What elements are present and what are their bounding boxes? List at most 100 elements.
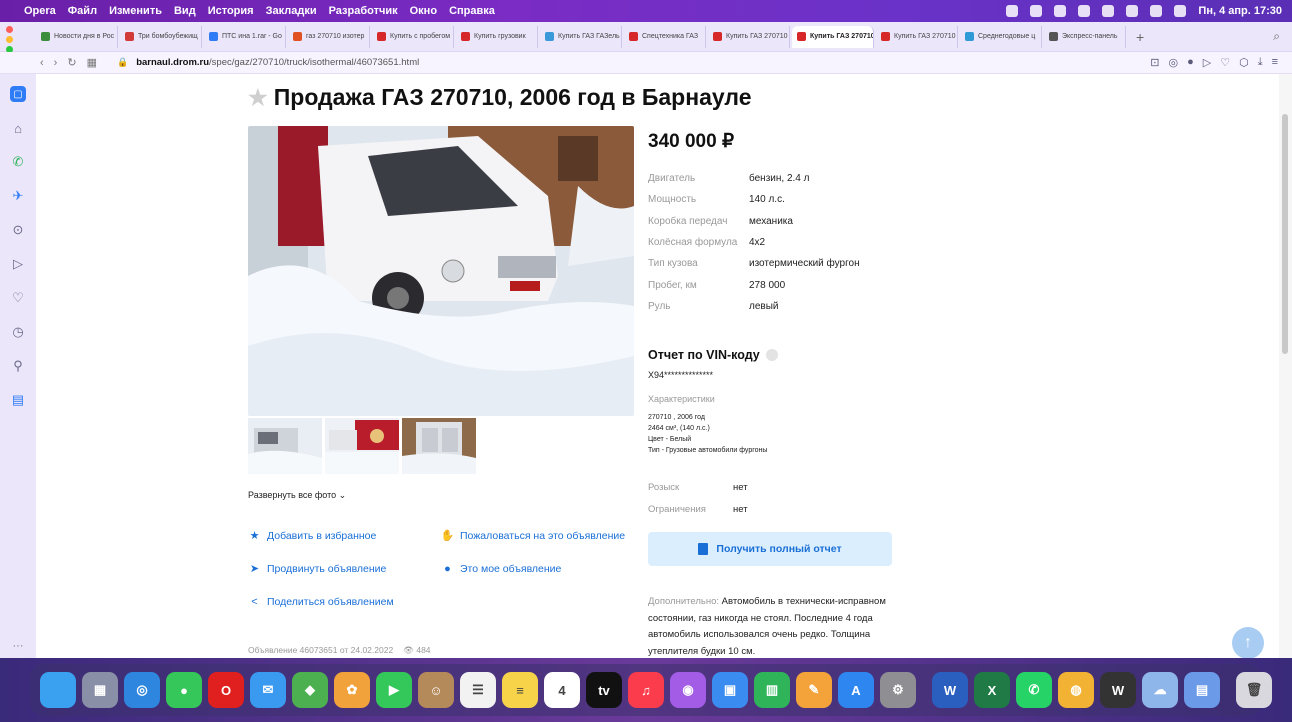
page-scrollbar[interactable] xyxy=(1279,74,1292,658)
status-icon-3[interactable] xyxy=(1054,5,1067,17)
settings-icon[interactable]: ⚙ xyxy=(880,672,916,708)
extensions-icon[interactable]: ▤ xyxy=(10,392,26,408)
finder-icon[interactable] xyxy=(40,672,76,708)
thumbnail-2[interactable] xyxy=(325,418,399,474)
search-icon[interactable] xyxy=(1150,5,1163,17)
status-icon-4[interactable] xyxy=(1078,5,1091,17)
bookmarks-icon[interactable]: ♡ xyxy=(10,290,26,306)
menu-item-bookmarks[interactable]: Закладки xyxy=(266,5,317,17)
share-link[interactable]: < Поделиться объявлением xyxy=(248,595,393,608)
vpn-icon[interactable]: ● xyxy=(1187,56,1194,69)
main-photo[interactable] xyxy=(248,126,634,416)
camera-icon[interactable]: ◎ xyxy=(1168,56,1178,69)
pages-icon[interactable]: ✎ xyxy=(796,672,832,708)
wps-icon[interactable]: W xyxy=(1100,672,1136,708)
tab-search-icon[interactable]: ⌕ xyxy=(1273,29,1280,44)
scrollbar-thumb[interactable] xyxy=(1282,114,1288,354)
podcasts-icon[interactable]: ◉ xyxy=(670,672,706,708)
music-icon[interactable]: ♫ xyxy=(628,672,664,708)
menu-item-developer[interactable]: Разработчик xyxy=(329,5,398,17)
reminders-icon[interactable]: ☰ xyxy=(460,672,496,708)
browser-tab[interactable]: Спецтехника ГАЗ xyxy=(624,25,706,48)
get-full-report-button[interactable]: Получить полный отчет xyxy=(648,532,892,566)
contacts-icon[interactable]: ☺ xyxy=(418,672,454,708)
browser-tab[interactable]: Купить грузовик xyxy=(456,25,538,48)
menu-item-edit[interactable]: Изменить xyxy=(109,5,162,17)
mail-icon[interactable]: ✉ xyxy=(250,672,286,708)
status-icon-2[interactable] xyxy=(1030,5,1043,17)
numbers-icon[interactable]: ▥ xyxy=(754,672,790,708)
browser-tab[interactable]: газ 270710 изотер xyxy=(288,25,370,48)
promote-link[interactable]: ➤ Продвинуть объявление xyxy=(248,562,386,576)
speed-dial-icon[interactable]: ▦ xyxy=(87,56,97,69)
launchpad-icon[interactable]: ▦ xyxy=(82,672,118,708)
safari-icon[interactable]: ◎ xyxy=(124,672,160,708)
tv-icon[interactable]: tv xyxy=(586,672,622,708)
expand-photos-link[interactable]: Развернуть все фото ⌄ xyxy=(248,490,346,501)
menu-item-view[interactable]: Вид xyxy=(174,5,196,17)
calendar-icon[interactable]: 4 xyxy=(544,672,580,708)
home-icon[interactable]: ⌂ xyxy=(10,120,26,136)
thumbnail-1[interactable] xyxy=(248,418,322,474)
star-icon[interactable]: ★ xyxy=(248,85,268,111)
pin-icon[interactable]: ⚲ xyxy=(10,358,26,374)
back-icon[interactable]: ‹ xyxy=(40,57,44,69)
url-field[interactable]: barnaul.drom.ru/spec/gaz/270710/truck/is… xyxy=(136,57,419,68)
browser-tab[interactable]: Купить ГАЗ 270710 xyxy=(708,25,790,48)
status-icon-1[interactable] xyxy=(1006,5,1019,17)
flow-icon[interactable]: ▷ xyxy=(10,256,26,272)
maps-icon[interactable]: ◆ xyxy=(292,672,328,708)
word-icon[interactable]: W xyxy=(932,672,968,708)
browser-tab[interactable]: Экспресс-панель xyxy=(1044,25,1126,48)
scroll-to-top-button[interactable]: ↑ xyxy=(1232,627,1264,658)
messages-icon[interactable]: ● xyxy=(166,672,202,708)
menu-item-window[interactable]: Окно xyxy=(410,5,437,17)
minimize-window-button[interactable] xyxy=(6,36,13,43)
notes-icon[interactable]: ≡ xyxy=(502,672,538,708)
menu-item-help[interactable]: Справка xyxy=(449,5,495,17)
browser-tab[interactable]: Купить ГАЗ 270710 xyxy=(876,25,958,48)
browser-tab[interactable]: Купить с пробегом xyxy=(372,25,454,48)
menu-item-file[interactable]: Файл xyxy=(68,5,97,17)
app-store-icon[interactable]: A xyxy=(838,672,874,708)
browser-tab[interactable]: Новости дня в Рос xyxy=(36,25,118,48)
heart-icon[interactable]: ♡ xyxy=(1220,56,1230,69)
screenshot-icon[interactable]: ⊡ xyxy=(1150,56,1159,69)
my-listing-link[interactable]: ● Это мое объявление xyxy=(441,562,561,575)
browser-tab[interactable]: Купить ГАЗ ГАЗель xyxy=(540,25,622,48)
lock-icon[interactable]: 🔒 xyxy=(117,57,128,68)
reload-icon[interactable]: ↻ xyxy=(67,56,76,69)
facetime-icon[interactable]: ▶ xyxy=(376,672,412,708)
box-icon[interactable]: ⬡ xyxy=(1239,56,1249,69)
preview-icon[interactable]: ▤ xyxy=(1184,672,1220,708)
player-sidebar-icon[interactable]: ⊙ xyxy=(10,222,26,238)
menu-icon[interactable]: ≡ xyxy=(1272,56,1278,69)
clock[interactable]: Пн, 4 апр. 17:30 xyxy=(1198,5,1282,17)
menu-item-opera[interactable]: Opera xyxy=(24,5,56,17)
forward-icon[interactable]: › xyxy=(54,57,58,69)
browser-tab[interactable]: Среднегодовые ц xyxy=(960,25,1042,48)
excel-icon[interactable]: X xyxy=(974,672,1010,708)
battery-icon[interactable] xyxy=(1102,5,1115,17)
browser-tab[interactable]: Три бомбоубежищ xyxy=(120,25,202,48)
more-icon[interactable]: ··· xyxy=(13,640,24,652)
telegram-icon[interactable]: ✈ xyxy=(10,188,26,204)
trash-icon[interactable]: 🗑 xyxy=(1236,672,1272,708)
photos-icon[interactable]: ✿ xyxy=(334,672,370,708)
thumbnail-3[interactable] xyxy=(402,418,476,474)
new-tab-button[interactable]: + xyxy=(1136,29,1144,45)
download-icon[interactable]: ⤓ xyxy=(1258,56,1263,69)
keynote-icon[interactable]: ▣ xyxy=(712,672,748,708)
control-center-icon[interactable] xyxy=(1174,5,1187,17)
wifi-icon[interactable] xyxy=(1126,5,1139,17)
info-icon[interactable] xyxy=(765,349,778,361)
close-window-button[interactable] xyxy=(6,26,13,33)
cloud-app-icon[interactable]: ☁ xyxy=(1142,672,1178,708)
add-favorite-link[interactable]: ★ Добавить в избранное xyxy=(248,529,377,543)
chrome-icon[interactable]: ◍ xyxy=(1058,672,1094,708)
player-icon[interactable]: ▷ xyxy=(1203,56,1211,69)
speed-dial-sidebar-icon[interactable]: ▢ xyxy=(10,86,26,102)
history-icon[interactable]: ◷ xyxy=(10,324,26,340)
messenger-icon[interactable]: ✆ xyxy=(10,154,26,170)
browser-tab[interactable]: Купить ГАЗ 270710 xyxy=(792,25,874,48)
